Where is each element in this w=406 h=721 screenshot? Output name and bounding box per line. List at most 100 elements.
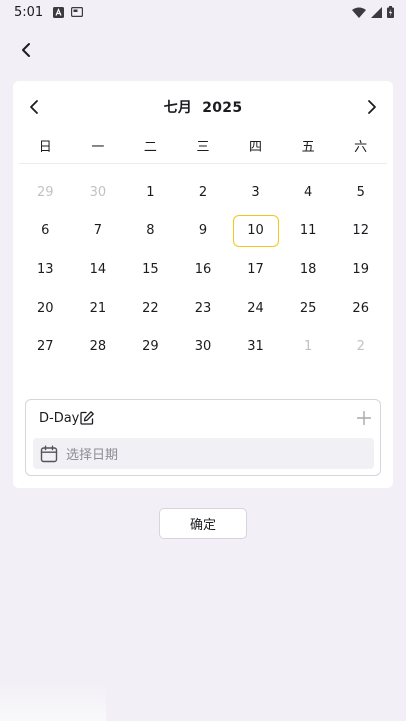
weekday-label: 一: [91, 140, 105, 155]
day-number: 15: [142, 261, 159, 277]
day-number: 11: [299, 223, 317, 239]
day-cell[interactable]: 7: [72, 212, 125, 251]
day-number: 28: [89, 339, 107, 355]
day-number: 17: [247, 261, 264, 277]
back-button[interactable]: [14, 38, 38, 62]
day-number: 13: [37, 261, 54, 277]
day-cell[interactable]: 20: [19, 289, 72, 328]
add-dday-button[interactable]: [354, 408, 374, 428]
day-number: 26: [352, 300, 369, 316]
status-time: 5:01: [14, 4, 44, 20]
day-number: 7: [93, 223, 102, 239]
chevron-right-icon: [368, 100, 376, 114]
day-cell[interactable]: 5: [334, 173, 387, 212]
day-cell[interactable]: 3: [229, 173, 282, 212]
status-bar: 5:01: [0, 0, 406, 24]
date-placeholder: 选择日期: [66, 448, 119, 463]
signal-icon: [371, 6, 382, 18]
day-number: 8: [146, 223, 155, 239]
weekday-label: 日: [38, 140, 52, 155]
year-label: 2025: [202, 100, 243, 116]
calendar-header: 七月 2025: [13, 93, 393, 121]
day-number: 24: [247, 300, 264, 316]
day-number: 14: [89, 261, 107, 277]
day-number: 25: [299, 300, 317, 316]
day-cell[interactable]: 26: [334, 289, 387, 328]
app-a-icon: [53, 6, 65, 18]
day-cell[interactable]: 13: [19, 250, 72, 289]
day-cell[interactable]: 29: [124, 327, 177, 366]
day-cell[interactable]: 17: [229, 250, 282, 289]
wifi-icon: [352, 7, 366, 18]
day-cell[interactable]: 30: [72, 173, 125, 212]
day-cell[interactable]: 22: [124, 289, 177, 328]
calendar-card: 七月 2025 日一二三四五六 29 30 1 2 3 4 5 6 7 8 9 10 11 12 13 14 15…: [13, 81, 393, 488]
day-cell[interactable]: 4: [282, 173, 335, 212]
day-cell[interactable]: 30: [177, 327, 230, 366]
day-number: 22: [142, 300, 159, 316]
weekday-label: 三: [196, 140, 210, 155]
card-icon: [71, 7, 84, 17]
day-cell[interactable]: 24: [229, 289, 282, 328]
day-number: 21: [89, 300, 107, 316]
day-number: 5: [356, 184, 365, 200]
day-cell[interactable]: 18: [282, 250, 335, 289]
day-number: 30: [194, 339, 212, 355]
weekday-row: 日一二三四五六: [19, 136, 387, 158]
day-number: 4: [303, 184, 313, 200]
month-title: 七月 2025: [13, 97, 393, 117]
day-cell[interactable]: 16: [177, 250, 230, 289]
day-number: 30: [89, 184, 107, 200]
day-cell[interactable]: 25: [282, 289, 335, 328]
day-number: 29: [37, 184, 54, 200]
day-cell[interactable]: 9: [177, 212, 230, 251]
weekday-label: 五: [301, 140, 315, 155]
days-grid: 29 30 1 2 3 4 5 6 7 8 9 10 11 12 13 14 15 16 17 18 19 20 21 22 2…: [19, 173, 387, 366]
weekday-label: 四: [249, 140, 263, 155]
day-number: 2: [198, 184, 208, 200]
battery-icon: [387, 6, 394, 18]
day-cell[interactable]: 28: [72, 327, 125, 366]
day-number: 18: [299, 261, 317, 277]
day-cell[interactable]: 23: [177, 289, 230, 328]
dday-section: D-Day 选择日期: [25, 399, 381, 476]
day-cell[interactable]: 31: [229, 327, 282, 366]
day-number: 6: [41, 223, 50, 239]
day-number: 29: [142, 339, 159, 355]
divider: [19, 163, 387, 164]
day-cell[interactable]: 29: [19, 173, 72, 212]
day-cell[interactable]: 2: [334, 327, 387, 366]
day-cell-selected[interactable]: 10: [229, 212, 282, 251]
day-number: 12: [352, 223, 369, 239]
day-number: 1: [303, 339, 313, 355]
day-cell[interactable]: 6: [19, 212, 72, 251]
day-cell[interactable]: 12: [334, 212, 387, 251]
day-number: 20: [37, 300, 54, 316]
next-month-button[interactable]: [360, 95, 384, 119]
dday-label: D-Day: [39, 411, 80, 426]
day-cell[interactable]: 1: [124, 173, 177, 212]
day-cell[interactable]: 15: [124, 250, 177, 289]
day-cell[interactable]: 8: [124, 212, 177, 251]
day-cell[interactable]: 19: [334, 250, 387, 289]
day-cell[interactable]: 2: [177, 173, 230, 212]
plus-icon: [357, 411, 371, 425]
date-picker-field[interactable]: 选择日期: [33, 438, 374, 469]
day-cell[interactable]: 27: [19, 327, 72, 366]
day-number: 9: [198, 223, 208, 239]
month-label: 七月: [163, 100, 193, 116]
day-number: 19: [352, 261, 369, 277]
day-number: 10: [232, 214, 279, 247]
confirm-button[interactable]: 确定: [159, 508, 247, 539]
day-cell[interactable]: 1: [282, 327, 335, 366]
weekday-label: 六: [354, 140, 368, 155]
edit-icon[interactable]: [79, 410, 95, 426]
day-cell[interactable]: 11: [282, 212, 335, 251]
chevron-left-icon: [22, 43, 30, 57]
day-number: 31: [247, 339, 264, 355]
day-number: 2: [356, 339, 365, 355]
day-cell[interactable]: 14: [72, 250, 125, 289]
day-cell[interactable]: 21: [72, 289, 125, 328]
day-number: 23: [194, 300, 212, 316]
day-number: 16: [194, 261, 212, 277]
